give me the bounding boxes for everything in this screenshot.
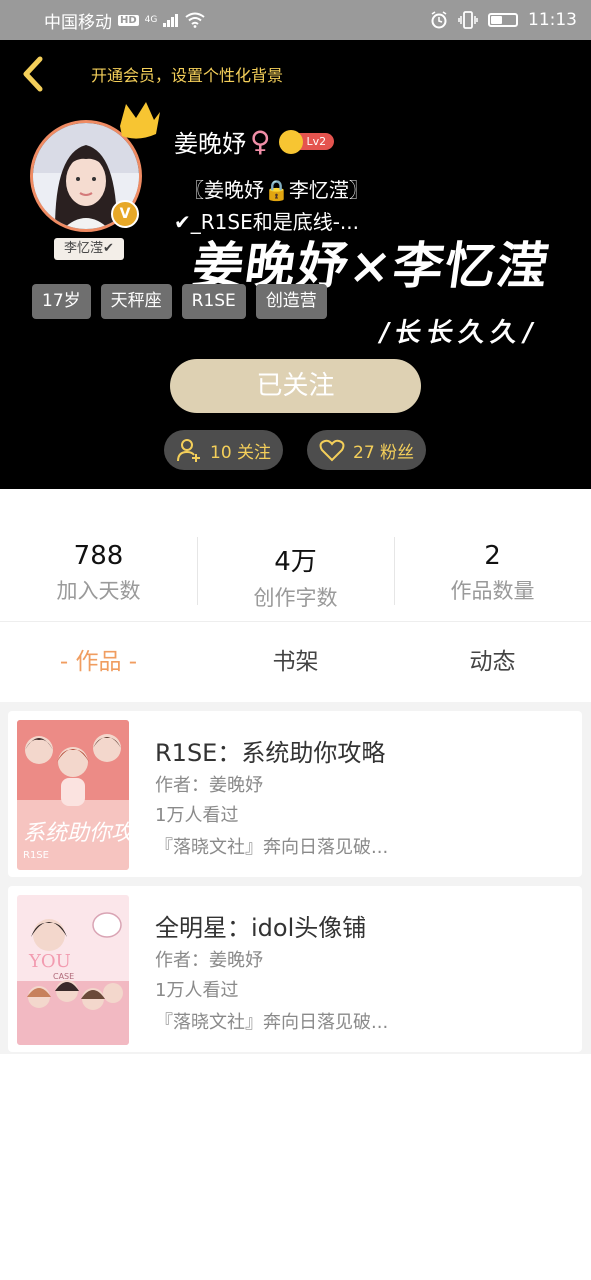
status-bar: 中国移动 HD 4G 11:13 xyxy=(0,0,591,40)
add-user-icon xyxy=(177,439,200,462)
status-right: 11:13 xyxy=(430,10,577,30)
wifi-icon xyxy=(185,12,205,28)
username-row: 姜晚妤 ♀ Lv2 xyxy=(174,124,335,159)
following-count: 10 关注 xyxy=(210,442,272,463)
stat-works: 2 作品数量 xyxy=(394,489,591,621)
work-card[interactable]: 系统助你攻略 R1SE R1SE：系统助你攻略 作者：姜晚妤 1万人看过 『落晓… xyxy=(8,711,582,877)
verified-badge: V xyxy=(111,200,139,228)
stat-value: 4万 xyxy=(274,547,317,577)
work-title[interactable]: 全明星：idol头像铺 xyxy=(155,908,366,943)
tag-age: 17岁 xyxy=(32,284,91,319)
gender-female-icon: ♀ xyxy=(250,125,271,158)
crown-icon xyxy=(120,102,160,139)
back-arrow-icon[interactable] xyxy=(16,54,50,94)
work-views: 1万人看过 xyxy=(155,980,239,1001)
stat-label: 作品数量 xyxy=(450,579,535,603)
tab-works[interactable]: - 作品 - xyxy=(0,622,197,702)
work-card[interactable]: YOU CASE 全明星：idol头像铺 作者：姜晚妤 1万人看过 『落晓文社』… xyxy=(8,886,582,1052)
work-author: 作者：姜晚妤 xyxy=(155,775,263,796)
avatar-nametag: 李忆滢✔ xyxy=(54,238,124,260)
book-cover[interactable]: YOU CASE xyxy=(17,895,129,1045)
stats-row: 788 加入天数 4万 创作字数 2 作品数量 xyxy=(0,489,591,622)
heart-icon xyxy=(319,439,345,462)
work-intro: 『落晓文社』奔向日落见破... xyxy=(155,1012,389,1033)
vibrate-icon xyxy=(458,11,478,29)
stat-label: 创作字数 xyxy=(253,586,338,610)
hd-icon: HD xyxy=(118,14,139,26)
stat-value: 2 xyxy=(484,541,501,571)
followers-button[interactable]: 27 粉丝 xyxy=(307,430,427,470)
tag-zodiac: 天秤座 xyxy=(100,284,172,319)
level-badge: Lv2 xyxy=(278,129,335,154)
content-tabs: - 作品 - 书架 动态 xyxy=(0,622,591,702)
username: 姜晚妤 xyxy=(174,130,246,158)
stat-label: 加入天数 xyxy=(56,579,141,603)
work-author: 作者：姜晚妤 xyxy=(155,950,263,971)
cover-label: R1SE xyxy=(23,850,49,861)
following-button[interactable]: 10 关注 xyxy=(164,430,284,470)
carrier-name: 中国移动 xyxy=(44,12,112,33)
work-title[interactable]: R1SE：系统助你攻略 xyxy=(155,733,385,768)
book-cover[interactable]: 系统助你攻略 R1SE xyxy=(17,720,129,870)
tag-show: 创造营 xyxy=(255,284,327,319)
tab-bookshelf[interactable]: 书架 xyxy=(197,622,394,702)
tab-activity[interactable]: 动态 xyxy=(394,622,591,702)
tag-group: R1SE xyxy=(181,284,246,319)
stat-words: 4万 创作字数 xyxy=(197,489,394,621)
stat-days: 788 加入天数 xyxy=(0,489,197,621)
profile-tags: 17岁 天秤座 R1SE 创造营 xyxy=(32,284,327,319)
vip-background-banner[interactable]: 开通会员，设置个性化背景 xyxy=(91,62,283,86)
alarm-icon xyxy=(431,11,447,29)
cover-title: YOU xyxy=(28,951,71,972)
signal-icon xyxy=(163,14,179,27)
battery-icon xyxy=(488,13,518,27)
network-type: 4G xyxy=(144,15,158,25)
works-list: 系统助你攻略 R1SE R1SE：系统助你攻略 作者：姜晚妤 1万人看过 『落晓… xyxy=(0,702,591,1054)
cover-label: CASE xyxy=(53,972,74,981)
stat-value: 788 xyxy=(73,541,124,571)
level-crown-icon xyxy=(278,129,303,154)
followed-button[interactable]: 已关注 xyxy=(170,359,421,413)
cover-title: 系统助你攻略 xyxy=(23,821,129,846)
bio-line-1: 〖姜晚妤🔒李忆滢〗 xyxy=(184,178,369,202)
background-art-subtitle: /长长久久/ xyxy=(376,318,542,348)
followers-count: 27 粉丝 xyxy=(353,442,415,463)
profile-header: 开通会员，设置个性化背景 V 李忆滢✔ 姜晚妤 ♀ Lv2 〖姜晚妤🔒李忆滢〗 … xyxy=(0,40,591,489)
carrier-group: 中国移动 HD 4G xyxy=(44,8,205,33)
battery-fill xyxy=(491,16,502,24)
work-views: 1万人看过 xyxy=(155,805,239,826)
clock: 11:13 xyxy=(528,10,577,30)
work-intro: 『落晓文社』奔向日落见破... xyxy=(155,837,389,858)
